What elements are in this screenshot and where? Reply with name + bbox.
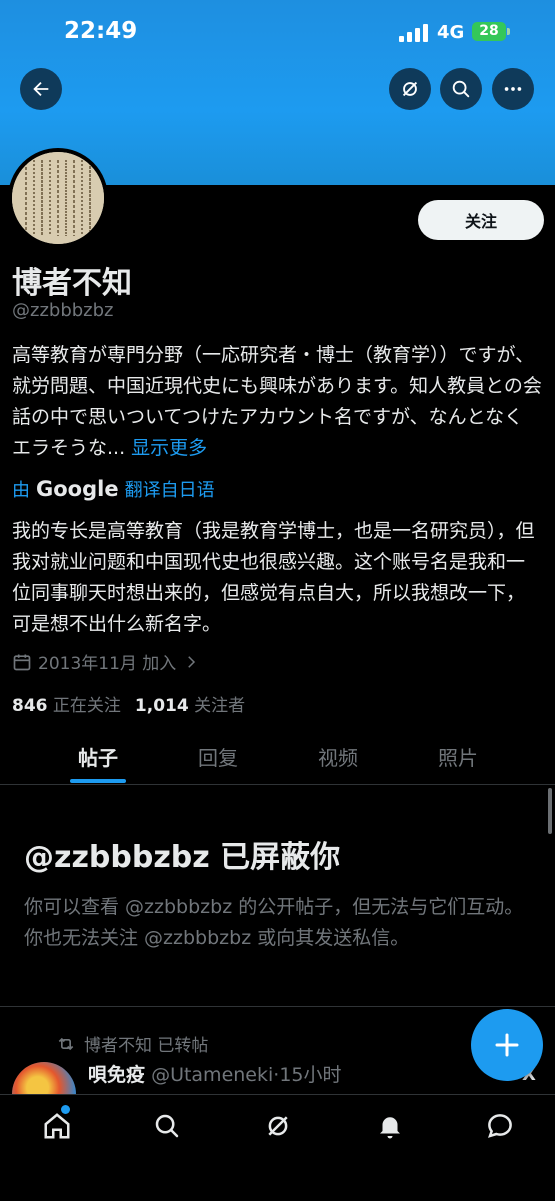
profile-handle: @zzbbbzbz <box>12 300 114 321</box>
translate-by-label: 由 <box>12 480 30 501</box>
retweet-label: 博者不知 已转帖 <box>84 1036 209 1056</box>
tab-videos[interactable]: 视频 <box>288 742 388 771</box>
nav-notifications[interactable] <box>373 1109 407 1143</box>
home-notification-dot <box>61 1105 70 1114</box>
translated-from-link[interactable]: 翻译自日语 <box>125 476 215 502</box>
following-stat[interactable]: 846 正在关注 <box>12 691 121 716</box>
search-icon <box>452 80 470 98</box>
tweet-author-handle: @Utameneki <box>151 1064 274 1086</box>
tab-replies[interactable]: 回复 <box>168 742 268 771</box>
more-button[interactable] <box>492 68 534 110</box>
following-label: 正在关注 <box>52 696 121 716</box>
grok-button[interactable] <box>389 68 431 110</box>
profile-bio: 高等教育が専門分野（一応研究者・博士（教育学））ですが、就労問題、中国近現代史に… <box>12 340 542 464</box>
nav-search[interactable] <box>150 1109 184 1143</box>
compose-post-button[interactable] <box>471 1009 543 1081</box>
followers-count: 1,014 <box>134 696 189 716</box>
follow-stats: 846 正在关注 1,014 关注者 <box>12 691 245 716</box>
manuscript-avatar-image <box>12 152 104 244</box>
nav-grok[interactable] <box>261 1109 295 1143</box>
profile-tabs: 帖子 回复 视频 照片 <box>0 730 555 785</box>
google-logo: Google <box>36 477 119 501</box>
arrow-left-icon <box>33 81 49 97</box>
followers-stat[interactable]: 1,014 关注者 <box>135 691 245 716</box>
battery-tip <box>507 28 510 35</box>
search-button[interactable] <box>440 68 482 110</box>
back-button[interactable] <box>20 68 62 110</box>
chat-bubble-icon <box>488 1114 512 1138</box>
tweet-header: 唄免疫 @Utameneki·15小时 <box>88 1060 342 1087</box>
bell-icon <box>380 1117 400 1139</box>
retweet-indicator: 博者不知 已转帖 <box>56 1031 208 1056</box>
grok-icon <box>402 81 418 97</box>
tab-posts[interactable]: 帖子 <box>48 742 148 771</box>
status-time: 22:49 <box>64 18 138 44</box>
scrollbar[interactable] <box>548 788 552 834</box>
tab-photos[interactable]: 照片 <box>408 742 508 771</box>
nav-home[interactable] <box>40 1109 74 1143</box>
grok-icon <box>268 1116 288 1136</box>
chevron-right-icon <box>188 655 196 668</box>
nav-messages[interactable] <box>483 1109 517 1143</box>
active-tab-indicator <box>70 779 126 783</box>
profile-display-name: 博者不知 <box>12 266 132 301</box>
tweet-time: ·15小时 <box>273 1064 342 1086</box>
follow-button[interactable]: 关注 <box>418 200 544 240</box>
profile-avatar[interactable] <box>8 148 108 248</box>
calendar-icon <box>13 654 31 670</box>
network-type: 4G <box>437 22 465 43</box>
join-date-text: 2013年11月 加入 <box>38 654 177 674</box>
tweet-author-name[interactable]: 唄免疫 <box>88 1064 145 1086</box>
battery-level: 28 <box>479 23 499 39</box>
blocked-title: @zzbbbzbz 已屏蔽你 <box>24 840 341 875</box>
battery-icon: 28 <box>472 22 506 41</box>
cellular-signal-icon <box>399 24 429 42</box>
blocked-description: 你可以查看 @zzbbbzbz 的公开帖子，但无法与它们互动。你也无法关注 @z… <box>24 896 524 949</box>
divider <box>0 1006 555 1007</box>
home-icon <box>44 1113 70 1139</box>
join-date[interactable]: 2013年11月 加入 <box>12 649 200 674</box>
show-more-link[interactable]: 显示更多 <box>131 437 207 459</box>
plus-icon <box>495 1033 519 1057</box>
search-icon <box>155 1114 179 1138</box>
translated-bio: 我的专长是高等教育（我是教育学博士，也是一名研究员），但我对就业问题和中国现代史… <box>12 520 535 635</box>
profile-bio-text: 高等教育が専門分野（一応研究者・博士（教育学））ですが、就労問題、中国近現代史に… <box>12 344 542 459</box>
status-bar: 22:49 4G 28 <box>0 0 555 62</box>
translation-attribution: 由 Google 翻译自日语 <box>12 476 215 502</box>
followers-label: 关注者 <box>194 696 246 716</box>
retweet-icon <box>58 1037 74 1050</box>
bottom-navigation <box>0 1094 555 1201</box>
more-dots-icon <box>504 87 522 91</box>
following-count: 846 <box>12 696 48 716</box>
